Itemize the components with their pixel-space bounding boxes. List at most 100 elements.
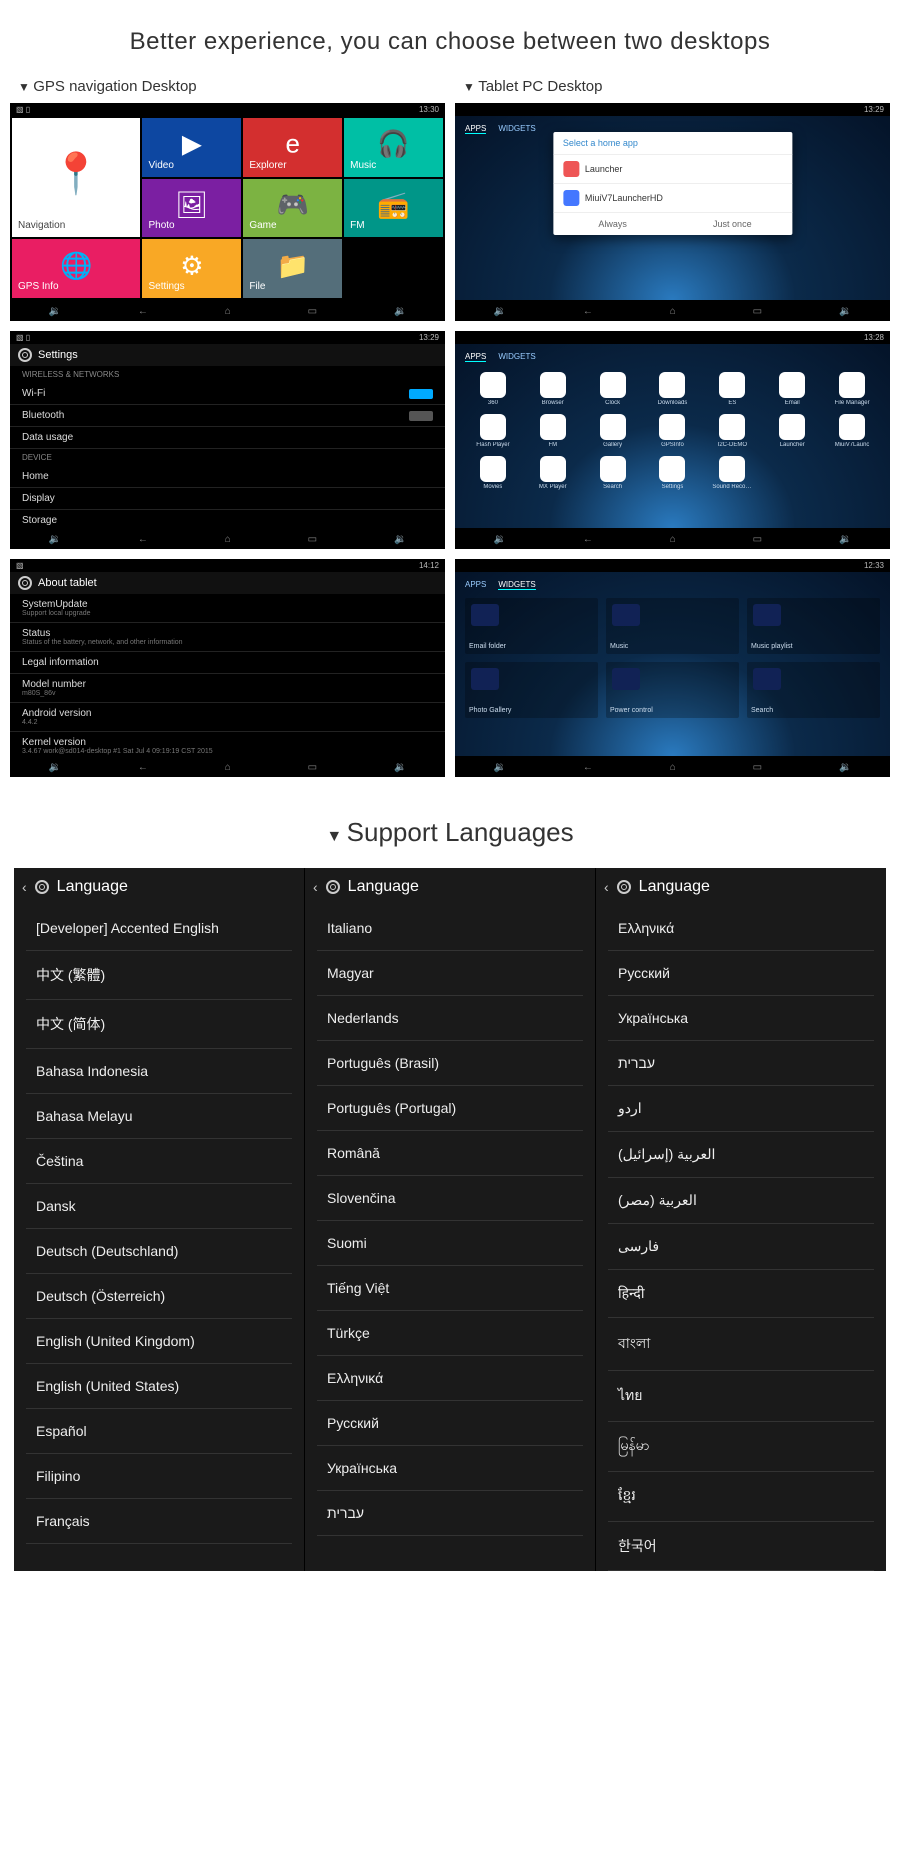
wifi-toggle[interactable] [409, 389, 433, 399]
app-browser[interactable]: Browser [525, 372, 581, 406]
tile-game[interactable]: 🎮Game [243, 179, 342, 238]
language-option[interactable]: Slovenčina [317, 1176, 583, 1221]
nav-button[interactable]: 🔉 [48, 534, 60, 545]
nav-button[interactable]: ▭ [308, 534, 317, 545]
dialog-always[interactable]: Always [553, 213, 673, 235]
tab-apps[interactable]: APPS [465, 124, 486, 134]
dialog-launcher[interactable]: Launcher [553, 154, 792, 183]
back-icon[interactable]: ‹ [313, 879, 318, 895]
tile-file[interactable]: 📁File [243, 239, 342, 298]
nav-button[interactable]: 🔉 [839, 534, 851, 545]
nav-button[interactable]: 🔉 [48, 762, 60, 773]
language-option[interactable]: Português (Brasil) [317, 1041, 583, 1086]
tab-widgets[interactable]: WIDGETS [498, 352, 535, 362]
language-option[interactable]: עברית [608, 1041, 874, 1086]
language-option[interactable]: 中文 (简体) [26, 1000, 292, 1049]
app-360[interactable]: 360 [465, 372, 521, 406]
app-mx-player[interactable]: MX Player [525, 456, 581, 490]
language-option[interactable]: বাংলা [608, 1318, 874, 1371]
widget-music-playlist[interactable]: Music playlist [747, 598, 880, 654]
nav-button[interactable]: ▭ [753, 534, 762, 545]
nav-button[interactable]: 🔉 [48, 306, 60, 317]
language-option[interactable]: Deutsch (Österreich) [26, 1274, 292, 1319]
tile-navigation[interactable]: 📍Navigation [12, 118, 140, 237]
nav-button[interactable]: ⌂ [225, 306, 231, 317]
app-email[interactable]: Email [764, 372, 820, 406]
app-flash-player[interactable]: Flash Player [465, 414, 521, 448]
nav-button[interactable]: 🔉 [493, 762, 505, 773]
tile-video[interactable]: ▶Video [142, 118, 241, 177]
app-i2c-demo[interactable]: I2C-DEMO [704, 414, 760, 448]
app-file-manager[interactable]: File Manager [824, 372, 880, 406]
nav-button[interactable]: 🔉 [493, 534, 505, 545]
tab-widgets[interactable]: WIDGETS [498, 580, 535, 590]
app-clock[interactable]: Clock [585, 372, 641, 406]
settings-home[interactable]: Home [10, 466, 445, 488]
language-option[interactable]: ខ្មែរ [608, 1472, 874, 1522]
language-option[interactable]: Filipino [26, 1454, 292, 1499]
language-option[interactable]: English (United Kingdom) [26, 1319, 292, 1364]
nav-button[interactable]: 🔉 [394, 306, 406, 317]
app-launcher[interactable]: Launcher [764, 414, 820, 448]
nav-button[interactable]: ⌂ [670, 306, 676, 317]
nav-button[interactable]: ⌂ [670, 762, 676, 773]
app-gpsinfo[interactable]: GPSInfo [645, 414, 701, 448]
about-update[interactable]: SystemUpdateSupport local upgrade [10, 594, 445, 623]
nav-button[interactable]: ▭ [308, 306, 317, 317]
language-option[interactable]: 中文 (繁體) [26, 951, 292, 1000]
language-option[interactable]: Українська [608, 996, 874, 1041]
language-option[interactable]: فارسی [608, 1224, 874, 1270]
about-legal[interactable]: Legal information [10, 652, 445, 674]
language-option[interactable]: Deutsch (Deutschland) [26, 1229, 292, 1274]
language-option[interactable]: Español [26, 1409, 292, 1454]
nav-button[interactable]: 🔉 [394, 534, 406, 545]
nav-button[interactable]: ← [583, 762, 593, 773]
tile-settings[interactable]: ⚙Settings [142, 239, 241, 298]
language-option[interactable]: Bahasa Melayu [26, 1094, 292, 1139]
language-option[interactable]: English (United States) [26, 1364, 292, 1409]
nav-button[interactable]: ⌂ [670, 534, 676, 545]
dialog-once[interactable]: Just once [673, 213, 793, 235]
nav-button[interactable]: ⌂ [225, 534, 231, 545]
language-option[interactable]: 한국어 [608, 1522, 874, 1571]
language-option[interactable]: [Developer] Accented English [26, 906, 292, 951]
language-option[interactable]: Tiếng Việt [317, 1266, 583, 1311]
nav-button[interactable]: 🔉 [839, 762, 851, 773]
app-settings[interactable]: Settings [645, 456, 701, 490]
nav-button[interactable]: ⌂ [225, 762, 231, 773]
language-option[interactable]: မြန်မာ [608, 1422, 874, 1472]
widget-power-control[interactable]: Power control [606, 662, 739, 718]
nav-button[interactable]: 🔉 [839, 306, 851, 317]
language-option[interactable]: Français [26, 1499, 292, 1544]
app-search[interactable]: Search [585, 456, 641, 490]
language-option[interactable]: עברית [317, 1491, 583, 1536]
language-option[interactable]: Nederlands [317, 996, 583, 1041]
tab-apps[interactable]: APPS [465, 352, 486, 362]
language-option[interactable]: Suomi [317, 1221, 583, 1266]
nav-button[interactable]: ← [138, 306, 148, 317]
language-option[interactable]: Română [317, 1131, 583, 1176]
app-sound-recorder[interactable]: Sound Recorder [704, 456, 760, 490]
bt-toggle[interactable] [409, 411, 433, 421]
language-option[interactable]: हिन्दी [608, 1270, 874, 1318]
settings-bluetooth[interactable]: Bluetooth [10, 405, 445, 427]
tab-widgets[interactable]: WIDGETS [498, 124, 535, 134]
app-downloads[interactable]: Downloads [645, 372, 701, 406]
nav-button[interactable]: ← [583, 306, 593, 317]
app-miuiv7launc[interactable]: MiuiV7Launc [824, 414, 880, 448]
language-option[interactable]: Čeština [26, 1139, 292, 1184]
widget-email-folder[interactable]: Email folder [465, 598, 598, 654]
app-gallery[interactable]: Gallery [585, 414, 641, 448]
tab-apps[interactable]: APPS [465, 580, 486, 590]
nav-button[interactable]: ▭ [308, 762, 317, 773]
dialog-miui[interactable]: MiuiV7LauncherHD [553, 183, 792, 212]
tile-music[interactable]: 🎧Music [344, 118, 443, 177]
nav-button[interactable]: ▭ [753, 762, 762, 773]
nav-button[interactable]: 🔉 [493, 306, 505, 317]
language-option[interactable]: ไทย [608, 1371, 874, 1422]
nav-button[interactable]: ← [138, 534, 148, 545]
app-fm[interactable]: FM [525, 414, 581, 448]
language-option[interactable]: Русский [317, 1401, 583, 1446]
tile-explorer[interactable]: eExplorer [243, 118, 342, 177]
nav-button[interactable]: ← [583, 534, 593, 545]
